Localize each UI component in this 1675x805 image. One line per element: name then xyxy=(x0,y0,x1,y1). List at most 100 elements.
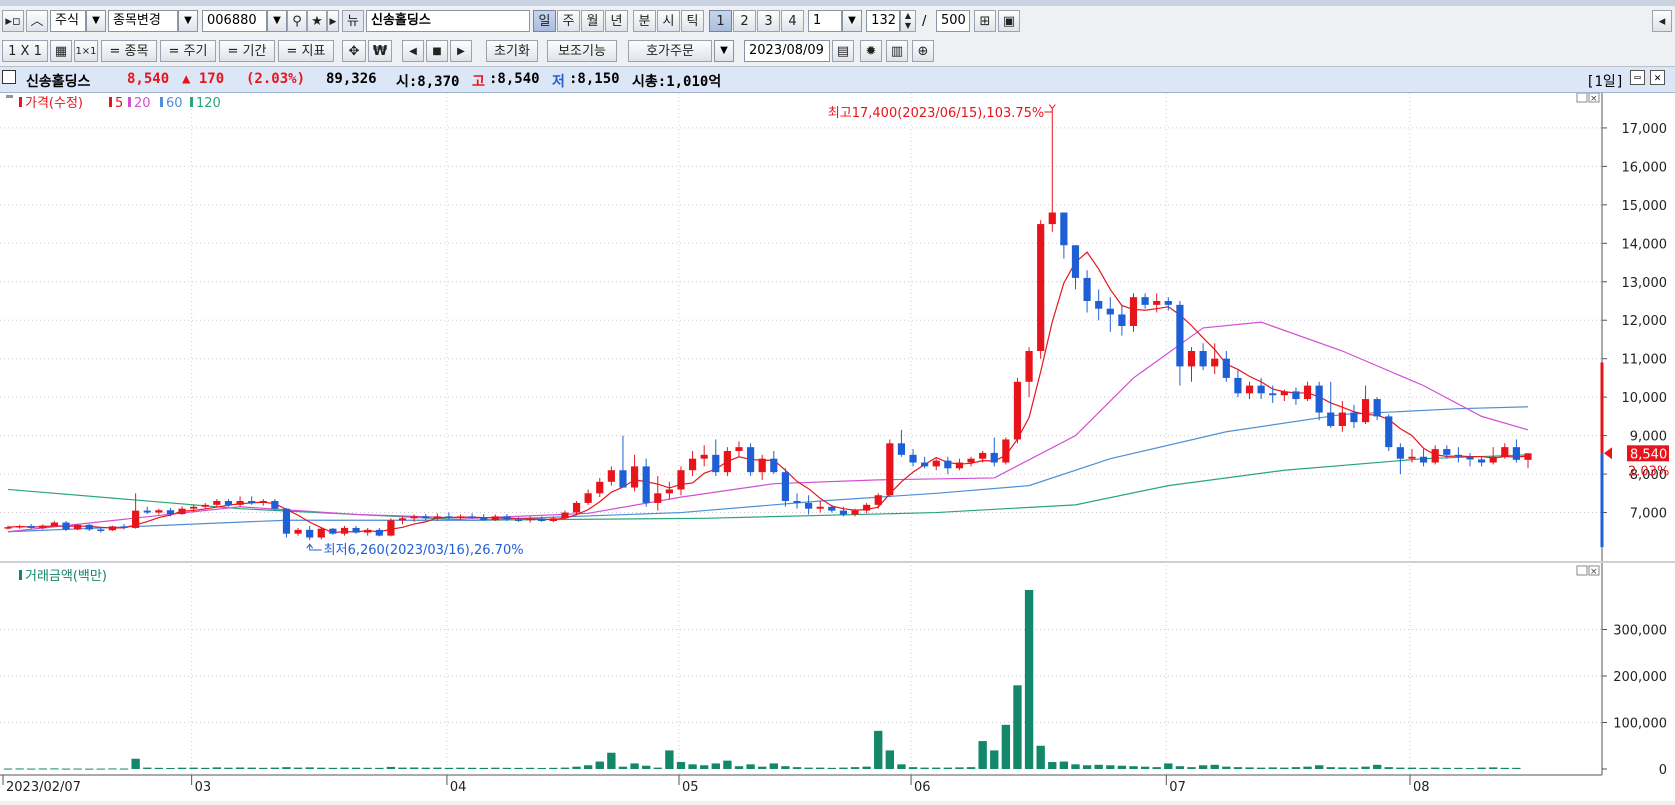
volume-bar xyxy=(131,758,140,769)
candle-body xyxy=(259,501,267,503)
market-select[interactable]: 주식 xyxy=(50,10,86,32)
market-dropdown-icon[interactable]: ▼ xyxy=(86,10,106,32)
date-input[interactable]: 2023/08/09 xyxy=(744,40,830,62)
order-dropdown-icon[interactable]: ▼ xyxy=(714,40,734,62)
volume-panel-controls[interactable]: × xyxy=(1576,565,1600,577)
volume-bar xyxy=(235,767,245,769)
save-icon[interactable]: ▣ xyxy=(998,10,1020,32)
next-icon[interactable]: ▶ xyxy=(450,40,472,62)
volume-bar xyxy=(978,741,987,769)
count-stepper[interactable]: ▲ ▼ xyxy=(900,10,916,32)
chart-svg[interactable]: 7,0008,0009,00010,00011,00012,00013,0001… xyxy=(0,92,1675,801)
volume-bar xyxy=(700,765,709,769)
aux-function-button[interactable]: 보조기능 xyxy=(547,40,617,62)
volume-bar xyxy=(305,767,314,769)
panel-toggle-icon[interactable]: ▸▫ xyxy=(2,10,24,32)
range-overlay-button[interactable]: = 기간 xyxy=(219,40,275,62)
volume-gridlines xyxy=(0,629,1607,770)
change-stock-select[interactable]: 종목변경 xyxy=(108,10,178,32)
stop-icon[interactable]: ■ xyxy=(426,40,448,62)
stock-info-bar: 신송홀딩스 8,540 ▲ 170 (2.03%) 89,326 시:8,370… xyxy=(0,67,1675,93)
indicator-overlay-button[interactable]: = 지표 xyxy=(278,40,334,62)
period-year-button[interactable]: 년 xyxy=(605,10,628,32)
volume-panel-max-icon[interactable] xyxy=(1576,565,1588,576)
volume-bar xyxy=(96,768,106,770)
candle-body xyxy=(630,466,639,488)
bar-count-input[interactable]: 132 xyxy=(866,10,900,32)
num-2-button[interactable]: 2 xyxy=(733,10,756,32)
grid-icon[interactable]: ▦ xyxy=(50,40,72,62)
legend-ma120-marker xyxy=(190,97,193,107)
candle-body xyxy=(688,458,697,471)
volume-bar xyxy=(514,767,523,769)
stock-name-field[interactable]: 신송홀딩스 xyxy=(366,10,530,32)
move-icon[interactable]: ✥ xyxy=(342,40,366,62)
volume-bar xyxy=(1001,724,1011,769)
one-by-one-icon[interactable]: 1×1 xyxy=(74,40,98,62)
maximize-icon[interactable]: ▭ xyxy=(1630,70,1645,85)
period-tick-button[interactable]: 틱 xyxy=(681,10,704,32)
volume-bar xyxy=(653,767,662,769)
info-high-label: 고 xyxy=(472,74,485,90)
candle-body xyxy=(921,462,929,467)
calendar-icon[interactable]: ▤ xyxy=(832,40,854,62)
unit-dropdown-icon[interactable]: ▼ xyxy=(842,10,862,32)
candle-body xyxy=(1292,391,1300,400)
period-minute-button[interactable]: 분 xyxy=(633,10,656,32)
zoom-settings-icon[interactable]: ⊕ xyxy=(912,40,934,62)
volume-bar xyxy=(1338,767,1347,769)
gear-icon[interactable]: ✹ xyxy=(860,40,882,62)
volume-bar xyxy=(1500,767,1509,769)
add-chart-icon[interactable]: ⊞ xyxy=(974,10,996,32)
order-button[interactable]: 호가주문 xyxy=(628,40,712,62)
search-icon[interactable]: ⚲ xyxy=(287,10,307,32)
legend-ma5-marker xyxy=(109,97,112,107)
chevron-up-icon[interactable]: ︿ xyxy=(26,10,48,32)
info-change-pct: (2.03%) xyxy=(246,71,306,87)
candle-body xyxy=(886,443,894,496)
info-checkbox[interactable] xyxy=(2,70,16,84)
candle-body xyxy=(1211,358,1219,367)
volume-bar xyxy=(15,768,24,770)
volume-bar xyxy=(1036,745,1045,769)
period-week-button[interactable]: 주 xyxy=(557,10,580,32)
unit-input[interactable]: 1 xyxy=(808,10,842,32)
stock-code-input[interactable]: 006880 xyxy=(202,10,267,32)
won-button[interactable]: ₩ xyxy=(368,40,392,62)
volume-bar xyxy=(1256,767,1266,769)
stock-code-dropdown-icon[interactable]: ▼ xyxy=(267,10,287,32)
news-button[interactable]: 뉴 xyxy=(342,10,364,32)
candle-body xyxy=(1176,304,1184,367)
candle-body xyxy=(178,508,186,515)
volume-bar xyxy=(1024,589,1034,769)
candle-body xyxy=(944,460,952,469)
period-day-button[interactable]: 일 xyxy=(533,10,556,32)
play-right-icon[interactable]: ▶ xyxy=(327,10,339,32)
volume-bar xyxy=(1222,766,1231,769)
star-icon[interactable]: ★ xyxy=(307,10,327,32)
panel-side-toggle-icon[interactable]: ◂ xyxy=(1652,10,1672,32)
candle-body xyxy=(712,454,720,473)
volume-tick-label: 100,000 xyxy=(1613,717,1667,732)
stock-overlay-button[interactable]: = 종목 xyxy=(101,40,157,62)
candle-body xyxy=(758,458,766,473)
layout-button[interactable]: 1 X 1 xyxy=(2,40,48,62)
candle-body xyxy=(50,522,59,526)
period-hour-button[interactable]: 시 xyxy=(657,10,680,32)
total-count-input[interactable]: 500 xyxy=(936,10,970,32)
candle-body xyxy=(85,524,93,530)
num-4-button[interactable]: 4 xyxy=(781,10,804,32)
close-icon[interactable]: ✕ xyxy=(1650,70,1665,85)
num-3-button[interactable]: 3 xyxy=(757,10,780,32)
price-panel-max-icon[interactable] xyxy=(1576,92,1588,103)
period-month-button[interactable]: 월 xyxy=(581,10,604,32)
reset-button[interactable]: 초기화 xyxy=(486,40,538,62)
num-1-button[interactable]: 1 xyxy=(709,10,732,32)
period-overlay-button[interactable]: = 주기 xyxy=(160,40,216,62)
change-stock-dropdown-icon[interactable]: ▼ xyxy=(178,10,198,32)
prev-icon[interactable]: ◀ xyxy=(402,40,424,62)
candle-body xyxy=(1280,391,1288,396)
candle-body xyxy=(596,481,604,494)
chart-settings-icon[interactable]: ▥ xyxy=(886,40,908,62)
annotation-low: 최저6,260(2023/03/16),26.70% xyxy=(324,543,524,558)
